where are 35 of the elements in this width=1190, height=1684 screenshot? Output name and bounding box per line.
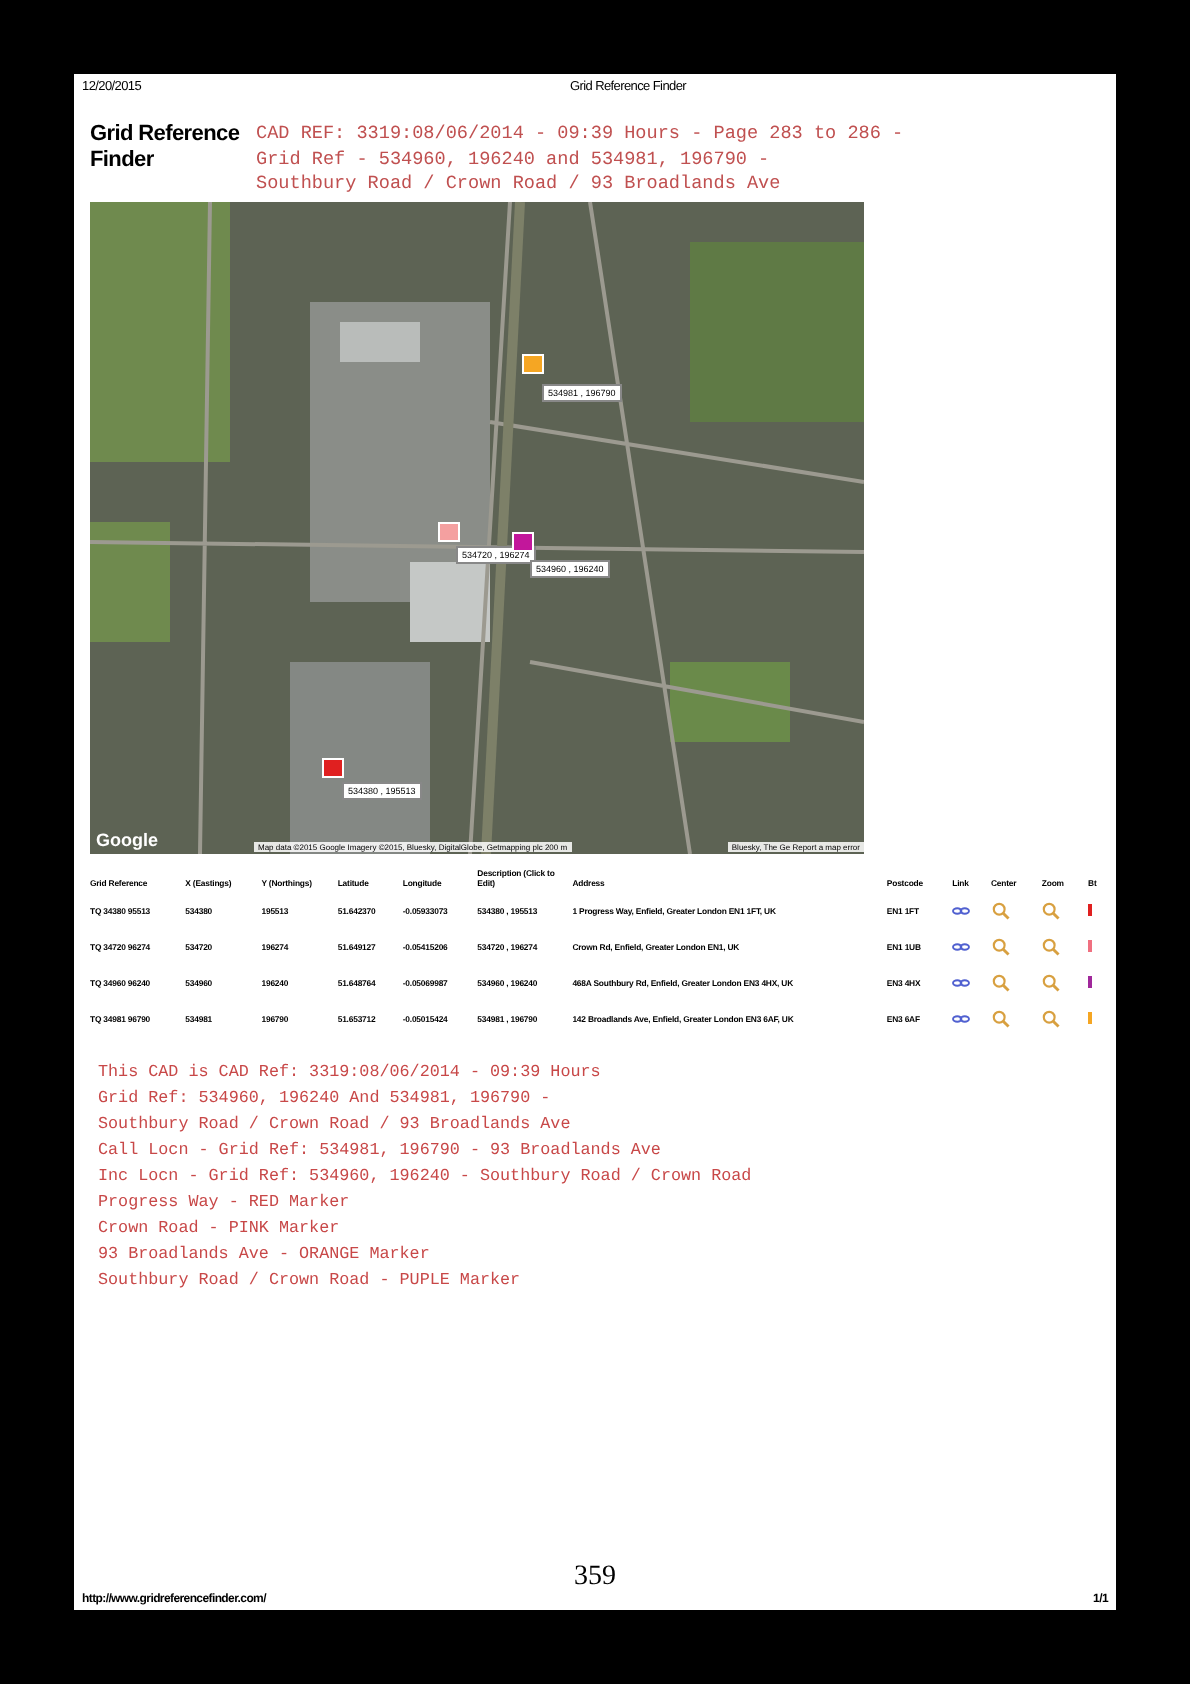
- google-logo: Google: [96, 829, 158, 850]
- magnifier-icon[interactable]: [991, 937, 1009, 956]
- map-marker-icon[interactable]: [522, 353, 544, 374]
- note-line: Progress Way - RED Marker: [98, 1189, 352, 1216]
- heading-line: Southbury Road / Crown Road / 93 Broadlands Ave: [256, 172, 783, 198]
- magnifier-icon[interactable]: [1041, 901, 1060, 920]
- link-icon[interactable]: [952, 1009, 971, 1028]
- marker-color-icon[interactable]: [1088, 976, 1093, 989]
- page-number: 359: [572, 1562, 618, 1594]
- map-marker-icon[interactable]: [438, 521, 460, 542]
- magnifier-icon[interactable]: [1041, 937, 1060, 956]
- magnifier-icon[interactable]: [991, 973, 1009, 992]
- map-marker-icon[interactable]: [512, 531, 534, 552]
- link-icon[interactable]: [952, 937, 971, 956]
- site-title: Grid Reference Finder: [90, 122, 242, 176]
- note-line: 93 Broadlands Ave - ORANGE Marker: [98, 1241, 432, 1268]
- heading-line: CAD REF: 3319:08/06/2014 - 09:39 Hours - Page 283 to 286 -: [256, 122, 904, 148]
- map-marker-icon[interactable]: [322, 757, 344, 778]
- marker-color-icon[interactable]: [1088, 1012, 1093, 1025]
- note-line: Southbury Road / Crown Road / 93 Broadlands Ave: [98, 1111, 573, 1138]
- note-line: Crown Road - PINK Marker: [98, 1215, 342, 1242]
- note-line: Call Locn - Grid Ref: 534981, 196790 - 93 Broadlands Ave: [98, 1137, 663, 1164]
- link-icon[interactable]: [952, 973, 971, 992]
- magnifier-icon[interactable]: [1041, 1009, 1060, 1028]
- magnifier-icon[interactable]: [1041, 973, 1060, 992]
- magnifier-icon[interactable]: [991, 901, 1009, 920]
- link-icon[interactable]: [952, 901, 971, 920]
- heading-line: Grid Ref - 534960, 196240 and 534981, 196790 -: [256, 147, 772, 173]
- note-line: Grid Ref: 534960, 196240 And 534981, 196790 -: [98, 1085, 553, 1112]
- note-line: Inc Locn - Grid Ref: 534960, 196240 - Southbury Road / Crown Road: [98, 1163, 754, 1190]
- note-line: Southbury Road / Crown Road - PUPLE Marker: [98, 1267, 523, 1294]
- marker-color-icon[interactable]: [1088, 904, 1093, 917]
- note-line: This CAD is CAD Ref: 3319:08/06/2014 - 09:39 Hours: [98, 1059, 603, 1086]
- magnifier-icon[interactable]: [991, 1009, 1009, 1028]
- marker-color-icon[interactable]: [1088, 940, 1093, 953]
